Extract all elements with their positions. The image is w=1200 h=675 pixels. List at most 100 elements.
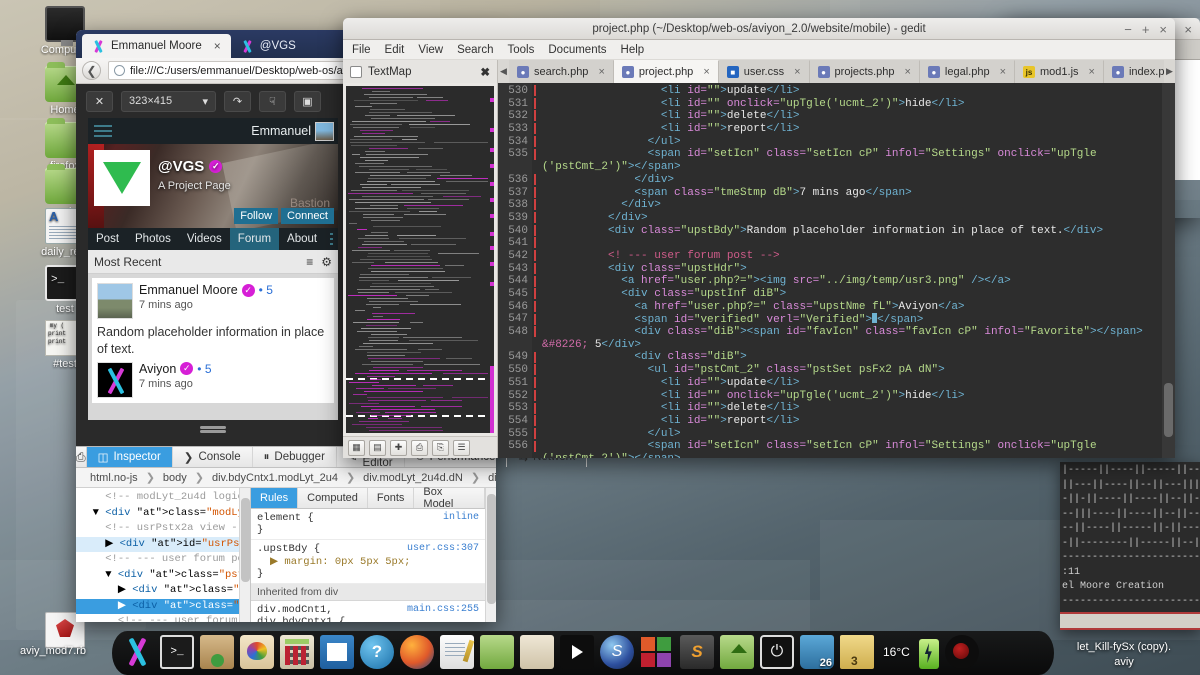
markup-comment[interactable]: <!-- --- user forum post ----> bbox=[76, 552, 239, 568]
minimize-icon[interactable]: − bbox=[1124, 23, 1132, 36]
dock-item-help[interactable]: ? bbox=[360, 635, 394, 669]
dock-item-home-folder[interactable] bbox=[720, 635, 754, 669]
add-icon[interactable]: ✚ bbox=[390, 439, 407, 456]
dock-item-temperature[interactable]: 16°C bbox=[880, 635, 913, 669]
menu-search[interactable]: Search bbox=[457, 44, 493, 56]
dock-item-battery[interactable] bbox=[918, 639, 939, 669]
menu-edit[interactable]: Edit bbox=[385, 44, 405, 56]
touch-simulation-icon[interactable]: ☟ bbox=[259, 90, 286, 112]
background-terminal-window[interactable]: |-----||----||-----||--- ||---||----||--… bbox=[1060, 462, 1200, 630]
close-tab-icon[interactable]: × bbox=[794, 66, 800, 78]
avatar[interactable] bbox=[97, 283, 133, 319]
code-line[interactable]: <span id="setIcn" class="setIcn cP" info… bbox=[542, 148, 1161, 161]
markup-scrollbar[interactable] bbox=[239, 488, 250, 622]
align-icon[interactable]: ☰ bbox=[453, 439, 470, 456]
gedit-tabrow[interactable]: TextMap ✖ ◀ ● search.php × ● project.php × ■ us… bbox=[343, 60, 1175, 83]
code-line[interactable]: </div> bbox=[542, 174, 1161, 187]
rotate-viewport-icon[interactable]: ↷ bbox=[224, 90, 251, 112]
dock-item-calculator[interactable] bbox=[280, 635, 314, 669]
close-tab-icon[interactable]: × bbox=[1089, 66, 1095, 78]
nav-item-about[interactable]: About bbox=[279, 228, 325, 250]
follow-button[interactable]: Follow bbox=[234, 208, 279, 224]
breadcrumb-item-html[interactable]: html.no-js bbox=[82, 472, 146, 484]
gedit-tab-index-php[interactable]: ●index.php× bbox=[1103, 60, 1164, 83]
code-line[interactable]: </ul> bbox=[542, 428, 1161, 441]
back-button-icon[interactable]: ❮ bbox=[82, 61, 101, 80]
expand-twisty-icon[interactable]: ▶ bbox=[118, 600, 126, 612]
tab-debugger[interactable]: ⏸ Debugger bbox=[253, 447, 337, 467]
code-line[interactable]: ('pstCmt_2')"></span> bbox=[542, 453, 1161, 458]
gedit-tab-mod1-js[interactable]: js mod1.js × bbox=[1015, 60, 1104, 83]
dock-items[interactable]: >_ ? S 26 3 16°C bbox=[120, 635, 979, 669]
gedit-tab-search-php[interactable]: ● search.php × bbox=[509, 60, 614, 83]
code-editor[interactable]: 530 531 532 533 534 535 536 537 538 539 540 541 542 5… bbox=[498, 83, 1175, 458]
close-icon[interactable]: × bbox=[1184, 23, 1192, 36]
gedit-menubar[interactable]: File Edit View Search Tools Documents He… bbox=[343, 40, 1175, 60]
code-line[interactable]: &#8226; 5</div> bbox=[542, 339, 1161, 352]
gedit-tab-user-css[interactable]: ■ user.css × bbox=[718, 60, 810, 83]
code-line[interactable]: <ul id="pstCmt_2" class="pstSet psFx2 pA… bbox=[542, 364, 1161, 377]
code-text[interactable]: <li id="">update</li> <li id="" onclick=… bbox=[542, 85, 1161, 458]
markup-view[interactable]: <!-- modLyt_2u4d logic --> ▼ <div "at">c… bbox=[76, 488, 239, 622]
copy-icon[interactable]: ⎙ bbox=[411, 439, 428, 456]
dock-item-paint[interactable] bbox=[520, 635, 554, 669]
dock-item-media-player[interactable] bbox=[560, 635, 594, 669]
rule-source[interactable]: user.css:307 bbox=[407, 543, 479, 555]
element-picker-icon[interactable]: ⎙ bbox=[76, 447, 87, 467]
gedit-tab-legal-php[interactable]: ● legal.php × bbox=[919, 60, 1016, 83]
dock-item-sticky-note[interactable]: 3 bbox=[840, 635, 874, 669]
menu-view[interactable]: View bbox=[418, 44, 443, 56]
nav-item-post[interactable]: Post bbox=[88, 228, 127, 250]
maximize-icon[interactable]: + bbox=[1142, 23, 1150, 36]
profile-actions[interactable]: Follow Connect bbox=[234, 208, 334, 224]
feed-list[interactable]: Emmanuel Moore ✓ • 5 7 mins ago Random p… bbox=[88, 274, 338, 420]
dock-item-windows[interactable] bbox=[640, 635, 674, 669]
tab-computed[interactable]: Computed bbox=[298, 488, 368, 508]
rules-tabbar[interactable]: Rules Computed Fonts Box Model bbox=[251, 486, 485, 510]
dock-item-notes[interactable] bbox=[440, 635, 474, 669]
tab-rules[interactable]: Rules bbox=[251, 488, 299, 508]
breadcrumb-item-body[interactable]: body bbox=[155, 472, 195, 484]
css-property-value[interactable]: 0px 5px 5px; bbox=[335, 556, 411, 568]
tab-console[interactable]: ❯ Console bbox=[173, 447, 253, 467]
rules-scrollbar[interactable] bbox=[485, 488, 496, 622]
nav-item-photos[interactable]: Photos bbox=[127, 228, 179, 250]
markup-node[interactable]: ▶ <div "at">id="usrPstx2a" "at">class="p… bbox=[76, 536, 239, 553]
profile-nav[interactable]: Post Photos Videos Forum About bbox=[88, 228, 338, 250]
code-line[interactable]: ('pstCmt_2')"></span> bbox=[542, 161, 1161, 174]
code-line[interactable]: <a href="user.php?=" class="upstNme fL">… bbox=[542, 301, 1161, 314]
markup-node[interactable]: ▶ <div "at">class="upstBdy"></div> bbox=[76, 598, 239, 615]
expand-twisty-icon[interactable]: ▼ bbox=[105, 569, 111, 581]
code-line[interactable]: <li id="" onclick="upTgle('ucmt_2')">hid… bbox=[542, 390, 1161, 403]
dock-item-firefox[interactable] bbox=[400, 635, 434, 669]
nav-item-forum[interactable]: Forum bbox=[229, 228, 280, 250]
gedit-window[interactable]: project.php (~/Desktop/web-os/aviyon_2.0… bbox=[343, 18, 1175, 458]
menu-burger-icon[interactable] bbox=[92, 122, 114, 140]
code-line[interactable]: </div> bbox=[542, 199, 1161, 212]
code-line[interactable]: </ul> bbox=[542, 136, 1161, 149]
browser-tab-vgs[interactable]: @VGS bbox=[231, 34, 306, 58]
expand-twisty-icon[interactable]: ▶ bbox=[105, 538, 113, 550]
code-line[interactable]: <! --- user forum post --> bbox=[542, 250, 1161, 263]
text-icon[interactable]: ▤ bbox=[369, 439, 386, 456]
avatar[interactable] bbox=[97, 361, 133, 398]
rule-inherited-div[interactable]: div.modCnt1, div.bdyCntx1 { main.css:255… bbox=[251, 601, 485, 622]
dock-item-archive-manager[interactable] bbox=[200, 635, 234, 669]
minimap-toolbar[interactable]: ▦ ▤ ✚ ⎙ ⎘ ☰ bbox=[343, 436, 497, 458]
dock-item-sublime[interactable]: S bbox=[680, 635, 714, 669]
rule-source[interactable]: inline bbox=[443, 512, 479, 524]
dock-item-gimp[interactable] bbox=[240, 635, 274, 669]
markup-comment[interactable]: <!-- modLyt_2u4d logic --> bbox=[76, 490, 239, 506]
code-line[interactable] bbox=[542, 237, 1161, 250]
code-line[interactable]: <span class="tmeStmp dB">7 mins ago</spa… bbox=[542, 187, 1161, 200]
tab-inspector[interactable]: ◫ Inspector bbox=[86, 447, 173, 467]
code-scrollbar[interactable] bbox=[1162, 83, 1175, 458]
gedit-tabs[interactable]: ● search.php × ● project.php × ■ user.css × ● proj… bbox=[509, 60, 1164, 83]
markup-comment[interactable]: <!-- usrPstx2a view --> bbox=[76, 521, 239, 537]
code-line[interactable]: </div> bbox=[542, 212, 1161, 225]
nav-item-videos[interactable]: Videos bbox=[179, 228, 230, 250]
code-line[interactable]: <li id="">report</li> bbox=[542, 123, 1161, 136]
screenshot-icon[interactable]: ▣ bbox=[294, 90, 321, 112]
close-tab-icon[interactable]: × bbox=[703, 66, 709, 78]
code-line[interactable]: <li id="" onclick="upTgle('ucmt_2')">hid… bbox=[542, 98, 1161, 111]
